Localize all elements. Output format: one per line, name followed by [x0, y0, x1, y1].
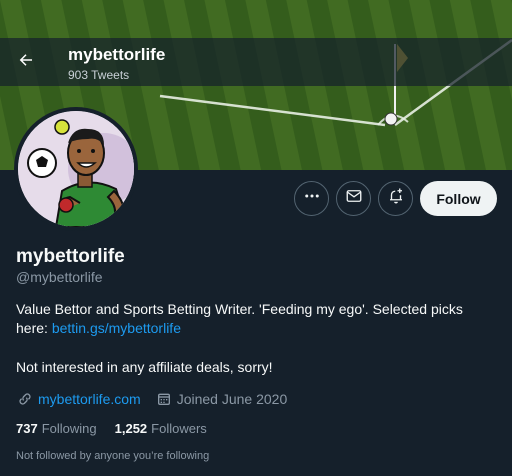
following-link[interactable]: 737 Following: [16, 421, 97, 436]
arrow-left-icon: [17, 51, 35, 74]
profile-header-bar: mybettorlife 903 Tweets: [0, 38, 512, 86]
envelope-icon: [345, 187, 363, 210]
following-count: 737: [16, 421, 38, 436]
back-button[interactable]: [10, 46, 42, 78]
not-followed-notice: Not followed by anyone you’re following: [16, 450, 210, 462]
notify-button[interactable]: [378, 181, 413, 216]
calendar-icon: [155, 390, 173, 408]
followers-count: 1,252: [114, 421, 148, 436]
profile-meta: mybettorlife.com Joined June 2020: [16, 390, 287, 408]
display-name: mybettorlife: [16, 246, 125, 267]
profile-actions: Follow: [0, 181, 512, 217]
more-button[interactable]: [294, 181, 329, 216]
profile-bio: Value Bettor and Sports Betting Writer. …: [16, 300, 496, 338]
message-button[interactable]: [336, 181, 371, 216]
follow-stats: 737 Following 1,252 Followers: [16, 421, 225, 436]
following-label: Following: [41, 421, 97, 436]
more-icon: [303, 187, 321, 210]
user-handle: @mybettorlife: [16, 269, 103, 285]
bio-link[interactable]: bettin.gs/mybettorlife: [52, 320, 181, 336]
joined-date: Joined June 2020: [176, 391, 288, 407]
link-icon: [16, 390, 34, 408]
header-name: mybettorlife: [68, 45, 166, 64]
bio-second-line: Not interested in any affiliate deals, s…: [16, 359, 273, 375]
website-link[interactable]: mybettorlife.com: [38, 391, 141, 407]
tweet-count: 903 Tweets: [68, 68, 130, 82]
follow-button[interactable]: Follow: [420, 181, 497, 216]
followers-label: Followers: [151, 421, 207, 436]
bell-plus-icon: [387, 187, 405, 210]
followers-link[interactable]: 1,252 Followers: [115, 421, 207, 436]
